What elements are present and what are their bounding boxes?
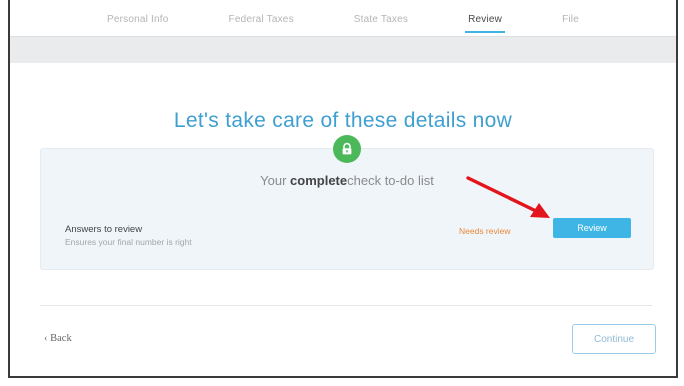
step-personal-info[interactable]: Personal Info: [107, 2, 169, 35]
back-link[interactable]: ‹ Back: [44, 333, 72, 344]
continue-button[interactable]: Continue: [572, 324, 656, 354]
review-button[interactable]: Review: [553, 218, 631, 238]
divider: [40, 305, 652, 306]
subtitle-suffix: check to-do list: [347, 173, 434, 188]
app-window: Personal Info Federal Taxes State Taxes …: [8, 0, 678, 378]
status-badge: Needs review: [459, 226, 511, 236]
checklist-subtitle: Your completecheck to-do list: [41, 173, 653, 188]
header-band: [10, 36, 676, 63]
checklist-panel: Your completecheck to-do list Answers to…: [40, 135, 654, 270]
page-title: Let's take care of these details now: [173, 109, 513, 133]
progress-steps: Personal Info Federal Taxes State Taxes …: [10, 0, 676, 36]
review-item-title: Answers to review: [65, 224, 143, 235]
lock-icon: [333, 135, 361, 163]
step-federal-taxes[interactable]: Federal Taxes: [229, 2, 294, 35]
review-item-description: Ensures your final number is right: [65, 237, 192, 247]
subtitle-prefix: Your: [260, 173, 291, 188]
subtitle-emphasis: complete: [290, 173, 348, 188]
step-file[interactable]: File: [562, 2, 579, 35]
step-state-taxes[interactable]: State Taxes: [354, 2, 408, 35]
annotation-arrow-icon: [466, 176, 550, 218]
step-review[interactable]: Review: [465, 2, 506, 35]
